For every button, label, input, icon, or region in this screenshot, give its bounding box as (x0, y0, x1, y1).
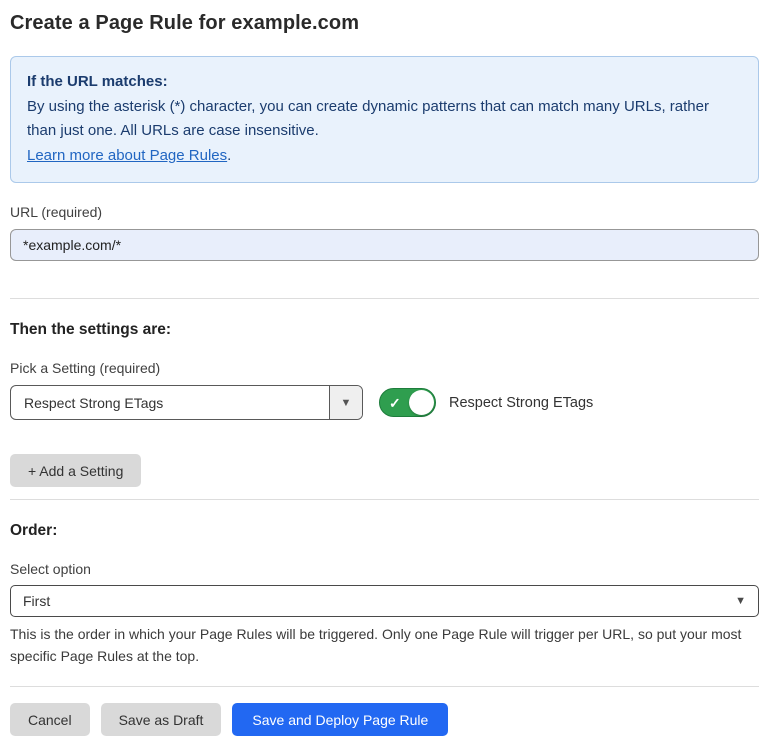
cancel-button[interactable]: Cancel (10, 703, 90, 736)
footer-actions: Cancel Save as Draft Save and Deploy Pag… (10, 703, 759, 736)
toggle-knob (409, 390, 434, 415)
link-suffix: . (227, 147, 231, 164)
order-select-value: First (23, 593, 50, 609)
chevron-down-icon: ▼ (735, 595, 746, 607)
settings-section-heading: Then the settings are: (10, 321, 759, 339)
setting-dropdown-arrow-button[interactable]: ▼ (329, 386, 362, 419)
save-as-draft-button[interactable]: Save as Draft (101, 703, 222, 736)
save-and-deploy-button[interactable]: Save and Deploy Page Rule (232, 703, 448, 736)
divider (10, 298, 759, 299)
info-box-link-line: Learn more about Page Rules. (27, 144, 742, 169)
setting-dropdown-value: Respect Strong ETags (11, 386, 329, 419)
info-box-body: By using the asterisk (*) character, you… (27, 95, 742, 144)
url-input[interactable] (10, 229, 759, 261)
setting-dropdown[interactable]: Respect Strong ETags ▼ (10, 385, 363, 420)
url-field-label: URL (required) (10, 204, 759, 220)
learn-more-link[interactable]: Learn more about Page Rules (27, 147, 227, 164)
chevron-down-icon: ▼ (341, 397, 352, 409)
order-select[interactable]: First ▼ (10, 585, 759, 617)
order-select-label: Select option (10, 561, 759, 577)
check-icon: ✓ (389, 396, 401, 410)
url-match-info-box: If the URL matches: By using the asteris… (10, 56, 759, 183)
setting-row: Respect Strong ETags ▼ ✓ Respect Strong … (10, 385, 759, 420)
setting-toggle-label: Respect Strong ETags (449, 395, 593, 411)
pick-setting-label: Pick a Setting (required) (10, 360, 759, 376)
order-help-text: This is the order in which your Page Rul… (10, 624, 750, 667)
add-setting-button[interactable]: + Add a Setting (10, 454, 141, 487)
divider (10, 499, 759, 500)
page-rule-form: Create a Page Rule for example.com If th… (0, 0, 769, 736)
page-title: Create a Page Rule for example.com (10, 0, 759, 35)
info-box-heading: If the URL matches: (27, 70, 742, 95)
order-section-heading: Order: (10, 522, 759, 540)
divider (10, 686, 759, 687)
setting-toggle[interactable]: ✓ (379, 388, 436, 417)
